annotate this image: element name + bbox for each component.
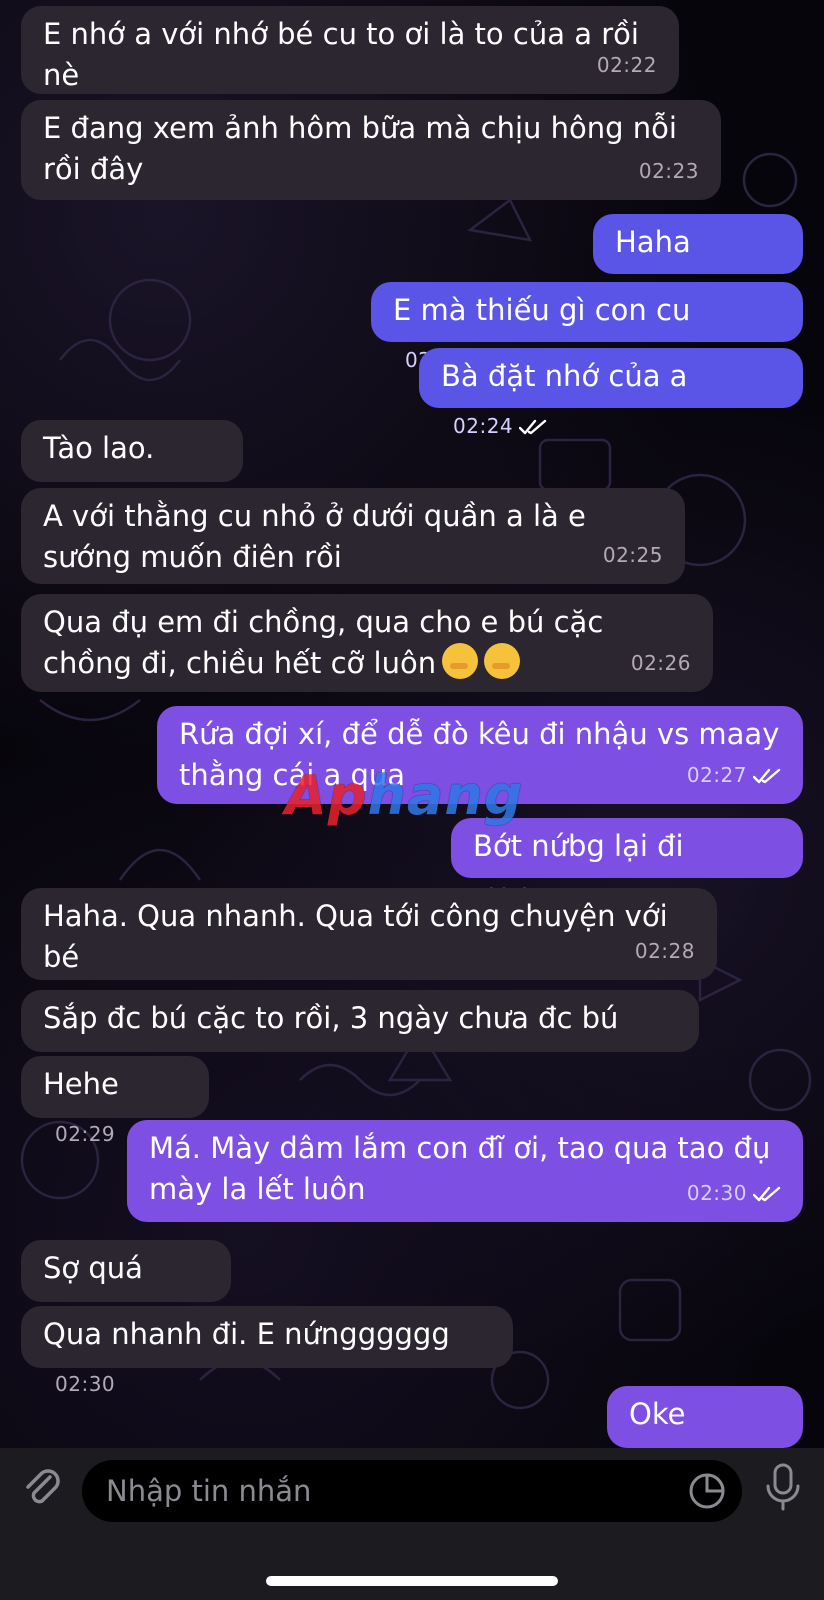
incoming-message-bubble[interactable]: Qua đụ em đi chồng, qua cho e bú cặc chồ…: [21, 594, 713, 692]
message-text: Haha. Qua nhanh. Qua tới công chuyện với…: [43, 899, 668, 974]
incoming-message-bubble[interactable]: A với thằng cu nhỏ ở dưới quần a là e sư…: [21, 488, 685, 584]
outgoing-message-bubble[interactable]: Haha02:23: [593, 214, 803, 304]
message-text: Qua đụ em đi chồng, qua cho e bú cặc chồ…: [43, 605, 604, 680]
message-meta: 02:27: [687, 755, 781, 796]
message-text: Sợ quá: [43, 1251, 143, 1285]
message-text: Qua nhanh đi. E nứngggggg: [43, 1317, 450, 1351]
message-text: A với thằng cu nhỏ ở dưới quần a là e sư…: [43, 499, 586, 574]
message-meta: 02:30: [55, 1364, 115, 1405]
message-text: Má. Mày dâm lắm con đĩ ơi, tao qua tao đ…: [149, 1131, 771, 1206]
home-indicator[interactable]: [266, 1576, 558, 1586]
message-timestamp: 02:22: [596, 53, 657, 77]
incoming-message-bubble[interactable]: E nhớ a với nhớ bé cu to ơi là to của a …: [21, 6, 679, 94]
message-text: Oke: [629, 1397, 686, 1431]
message-text: E nhớ a với nhớ bé cu to ơi là to của a …: [43, 17, 639, 92]
message-timestamp: 02:27: [686, 763, 747, 787]
message-meta: 02:30: [687, 1173, 781, 1214]
message-timestamp: 02:24: [453, 414, 514, 438]
message-meta: 02:28: [635, 931, 695, 972]
message-timestamp: 02:25: [602, 543, 663, 567]
message-text: Tào lao.: [43, 431, 155, 465]
incoming-message-bubble[interactable]: Qua nhanh đi. E nứngggggg 02:30: [21, 1306, 513, 1396]
message-timestamp: 02:29: [55, 1122, 116, 1146]
message-text: E mà thiếu gì con cu: [393, 293, 691, 327]
hand-over-mouth-emoji-icon: [484, 643, 521, 679]
paperclip-icon[interactable]: [20, 1465, 66, 1511]
message-input[interactable]: Nhập tin nhắn: [82, 1460, 742, 1522]
incoming-message-bubble[interactable]: E đang xem ảnh hôm bữa mà chịu hông nỗi …: [21, 100, 721, 200]
message-timestamp: 02:26: [630, 651, 691, 675]
message-meta: 02:22: [597, 45, 657, 86]
incoming-message-bubble[interactable]: Tào lao.02:25: [21, 420, 243, 510]
message-meta: 02:23: [639, 151, 699, 192]
outgoing-message-bubble[interactable]: Bớt nứbg lại đi02:27: [451, 818, 803, 908]
hand-over-mouth-emoji-icon: [442, 643, 479, 679]
message-text: Sắp đc bú cặc to rồi, 3 ngày chưa đc bú: [43, 1001, 619, 1035]
double-check-icon: [753, 1186, 781, 1201]
message-timestamp: 02:30: [686, 1181, 747, 1205]
message-text: E đang xem ảnh hôm bữa mà chịu hông nỗi …: [43, 111, 677, 186]
message-timestamp: 02:23: [638, 159, 699, 183]
double-check-icon: [753, 768, 781, 783]
message-meta: 02:24: [453, 406, 547, 447]
outgoing-message-bubble[interactable]: Má. Mày dâm lắm con đĩ ơi, tao qua tao đ…: [127, 1120, 803, 1222]
microphone-icon[interactable]: [762, 1462, 804, 1512]
message-meta: 02:26: [631, 643, 691, 684]
incoming-message-bubble[interactable]: Hehe 02:29: [21, 1056, 209, 1146]
outgoing-message-bubble[interactable]: Oke02:30: [607, 1386, 803, 1476]
message-meta: 02:25: [603, 535, 663, 576]
incoming-message-bubble[interactable]: Sắp đc bú cặc to rồi, 3 ngày chưa đc bú0…: [21, 990, 699, 1080]
watermark-logo: Aphang: [285, 764, 524, 827]
message-text: Bớt nứbg lại đi: [473, 829, 684, 863]
message-meta: 02:29: [55, 1114, 115, 1155]
sticker-icon[interactable]: [688, 1472, 726, 1510]
message-text: Hehe: [43, 1067, 119, 1101]
incoming-message-bubble[interactable]: Haha. Qua nhanh. Qua tới công chuyện với…: [21, 888, 717, 980]
message-text: Haha: [615, 225, 691, 259]
message-text: Bà đặt nhớ của a: [441, 359, 688, 393]
incoming-message-bubble[interactable]: Sợ quá02:30: [21, 1240, 231, 1330]
double-check-icon: [519, 419, 547, 434]
outgoing-message-bubble[interactable]: Bà đặt nhớ của a 02:24: [419, 348, 803, 438]
outgoing-message-bubble[interactable]: E mà thiếu gì con cu02:24: [371, 282, 803, 372]
message-timestamp: 02:28: [634, 939, 695, 963]
message-timestamp: 02:30: [55, 1372, 116, 1396]
